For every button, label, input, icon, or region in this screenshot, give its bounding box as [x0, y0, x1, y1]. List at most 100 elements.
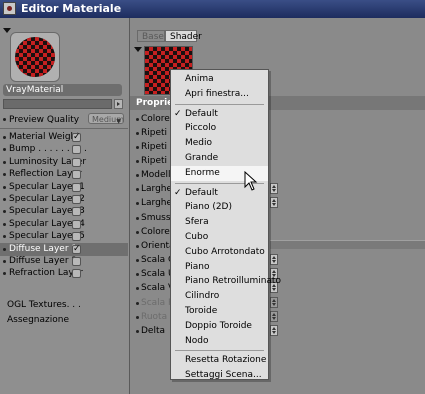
- menu-item[interactable]: Piccolo: [171, 121, 268, 136]
- value-stepper[interactable]: [270, 183, 278, 194]
- menu-item-label: Piano (2D): [185, 202, 232, 213]
- menu-item[interactable]: Anima: [171, 72, 268, 87]
- channel-item[interactable]: Specular Layer 2: [0, 193, 128, 206]
- menu-item[interactable]: Sfera: [171, 215, 268, 230]
- bullet-icon: [136, 118, 139, 121]
- menu-item[interactable]: Grande: [171, 151, 268, 166]
- menu-item-label: Nodo: [185, 335, 209, 346]
- preview-menu-arrow-icon[interactable]: [3, 28, 11, 33]
- channel-checkbox[interactable]: [72, 219, 81, 229]
- channel-checkbox[interactable]: [72, 269, 81, 279]
- channel-label: Material Weight: [9, 132, 80, 142]
- title-bar: Editor Materiale: [0, 0, 425, 18]
- slider-arrow-button[interactable]: [114, 99, 123, 109]
- bullet-icon: [3, 247, 6, 251]
- channel-checkbox[interactable]: [72, 170, 81, 180]
- bullet-icon: [3, 118, 6, 121]
- bullet-icon: [136, 245, 139, 248]
- material-slider[interactable]: [3, 99, 112, 109]
- material-preview[interactable]: [10, 32, 60, 82]
- menu-item[interactable]: Toroide: [171, 304, 268, 319]
- tab-shader[interactable]: Shader: [165, 30, 202, 42]
- menu-item-label: Settaggi Scena...: [185, 370, 262, 381]
- menu-item[interactable]: Apri finestra...: [171, 87, 268, 102]
- channel-item[interactable]: Specular Layer 1: [0, 181, 128, 194]
- channel-checkbox[interactable]: [72, 182, 81, 192]
- bullet-icon: [3, 235, 6, 239]
- bullet-icon: [136, 202, 139, 205]
- bullet-icon: [3, 148, 6, 152]
- channel-checkbox[interactable]: [72, 195, 81, 204]
- shader-menu-arrow-icon[interactable]: [134, 47, 142, 52]
- menu-item[interactable]: Cubo: [171, 230, 268, 245]
- context-menu: Anima Apri finestra... ✓ Default Piccolo Medi…: [170, 69, 281, 383]
- channel-label: Diffuse Layer 2: [9, 256, 78, 266]
- bullet-icon: [3, 222, 6, 226]
- value-stepper[interactable]: [270, 311, 278, 322]
- preview-quality-select[interactable]: Medium ▼: [88, 113, 124, 125]
- channel-checkbox[interactable]: [72, 232, 81, 242]
- material-name-field[interactable]: VrayMaterial: [3, 84, 122, 96]
- bullet-icon: [136, 287, 139, 290]
- divider: [0, 128, 128, 129]
- channel-item[interactable]: Refraction Layer: [0, 267, 128, 280]
- menu-item-label: Piccolo: [185, 123, 217, 134]
- channel-item[interactable]: Bump . . . . . . . . .: [0, 143, 128, 156]
- menu-separator: [175, 350, 264, 352]
- left-panel: VrayMaterial Preview Quality Medium ▼ Ma…: [0, 18, 130, 394]
- tab-base[interactable]: Base: [137, 30, 165, 42]
- window-title: Editor Materiale: [21, 2, 122, 15]
- menu-item[interactable]: Cubo Arrotondato: [171, 245, 268, 260]
- menu-item[interactable]: Resetta Rotazione: [171, 353, 268, 368]
- channel-checkbox[interactable]: [72, 207, 81, 217]
- bullet-icon: [136, 330, 139, 333]
- bullet-icon: [136, 174, 139, 177]
- menu-item[interactable]: Medio: [171, 136, 268, 151]
- channel-checkbox[interactable]: [72, 157, 81, 167]
- menu-item-label: Default: [185, 187, 218, 198]
- channel-checkbox[interactable]: ✓: [72, 133, 81, 142]
- menu-item-label: Enorme: [185, 167, 220, 178]
- bullet-icon: [136, 188, 139, 191]
- menu-item-label: Apri finestra...: [185, 88, 249, 99]
- value-stepper[interactable]: [270, 254, 278, 265]
- menu-item-label: Anima: [185, 74, 214, 84]
- channel-item[interactable]: Material Weight ✓: [0, 131, 128, 144]
- bullet-icon: [136, 273, 139, 276]
- assegnazione-item[interactable]: Assegnazione: [0, 314, 128, 327]
- preview-quality-label: Preview Quality: [9, 115, 80, 125]
- channel-checkbox[interactable]: [72, 145, 81, 155]
- value-stepper[interactable]: [270, 325, 278, 336]
- menu-item[interactable]: Cilindro: [171, 289, 268, 304]
- channel-item[interactable]: Specular Layer 5: [0, 230, 128, 243]
- value-stepper[interactable]: [270, 297, 278, 308]
- menu-item-label: Cubo Arrotondato: [185, 246, 265, 257]
- menu-item[interactable]: Piano (2D): [171, 200, 268, 215]
- menu-item[interactable]: Piano: [171, 260, 268, 275]
- channel-item[interactable]: Diffuse Layer 2: [0, 255, 128, 268]
- menu-item-label: Grande: [185, 153, 219, 163]
- menu-item[interactable]: Piano Retroilluminato: [171, 274, 281, 289]
- check-icon: ✓: [174, 108, 182, 119]
- channel-item[interactable]: Luminosity Layer: [0, 156, 128, 169]
- ogl-textures-item[interactable]: OGL Textures. . .: [0, 299, 128, 312]
- channel-item[interactable]: Specular Layer 3: [0, 205, 128, 218]
- menu-separator: [175, 103, 264, 105]
- menu-item-label: Cubo: [185, 232, 209, 242]
- menu-item-label: Piano Retroilluminato: [185, 276, 281, 287]
- menu-item[interactable]: Doppio Toroide: [171, 319, 268, 334]
- channel-item[interactable]: Reflection Layer: [0, 168, 128, 181]
- channel-checkbox[interactable]: ✓: [72, 244, 81, 254]
- channel-label: Reflection Layer: [9, 169, 82, 180]
- app-icon: [3, 2, 16, 15]
- channel-checkbox[interactable]: [72, 257, 81, 266]
- menu-item[interactable]: Nodo: [171, 334, 268, 349]
- bullet-icon: [3, 272, 6, 276]
- bullet-icon: [136, 259, 139, 262]
- value-stepper[interactable]: [270, 197, 278, 208]
- channel-item[interactable]: Specular Layer 4: [0, 218, 128, 231]
- preview-quality-row: Preview Quality: [3, 114, 79, 126]
- menu-item[interactable]: ✓ Default: [171, 107, 268, 122]
- channel-item[interactable]: Diffuse Layer 1 ✓: [0, 242, 128, 256]
- menu-item[interactable]: Settaggi Scena...: [171, 368, 268, 383]
